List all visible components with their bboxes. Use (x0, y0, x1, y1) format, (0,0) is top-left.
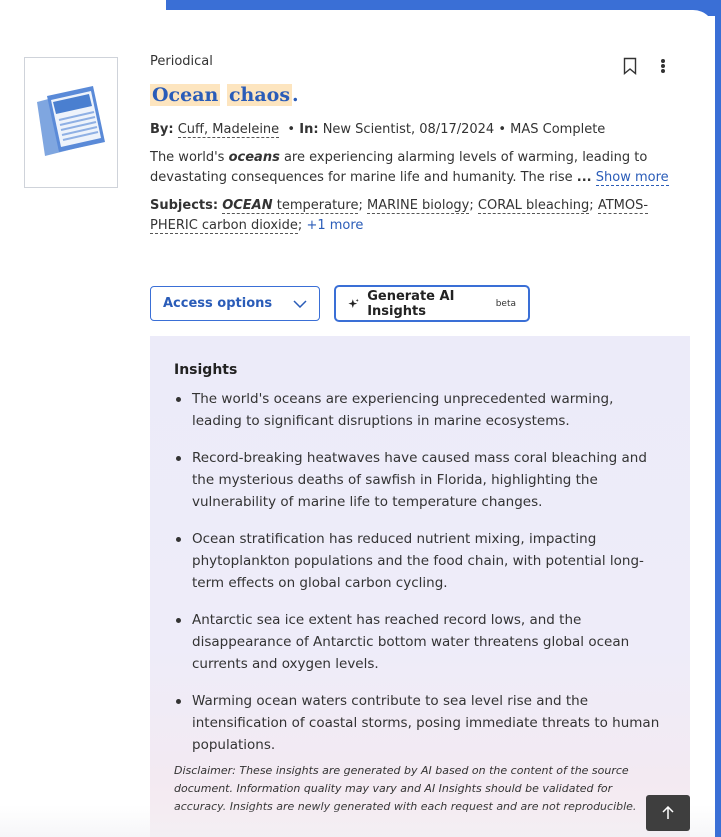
insights-heading: Insights (174, 362, 238, 378)
more-subjects-link[interactable]: +1 more (306, 218, 363, 233)
title-term-highlight[interactable]: chaos (226, 84, 293, 106)
author-link[interactable]: Cuff, Madeleine (177, 122, 280, 138)
title-term-highlight[interactable]: Ocean (150, 84, 221, 106)
periodical-icon (37, 86, 105, 156)
subject-link[interactable]: CORAL bleaching (477, 198, 590, 214)
scroll-to-top-button[interactable] (646, 795, 690, 831)
right-border (715, 0, 721, 837)
ai-disclaimer: Disclaimer: These insights are generated… (174, 764, 637, 813)
record-title[interactable]: Ocean chaos. (150, 82, 690, 108)
generate-ai-insights-button[interactable]: Generate AI Insights beta (334, 285, 530, 322)
show-more-link[interactable]: Show more (595, 170, 669, 186)
sparkle-icon (348, 298, 359, 308)
arrow-up-icon (662, 806, 674, 819)
insight-item: Ocean stratification has reduced nutrien… (174, 528, 666, 594)
insight-item: Antarctic sea ice extent has reached rec… (174, 609, 666, 675)
subjects: Subjects: OCEAN temperature; MARINE biol… (150, 198, 649, 234)
abstract-term: oceans (228, 150, 280, 165)
beta-badge: beta (495, 298, 516, 309)
subject-link[interactable]: MARINE biology (367, 198, 470, 214)
insights-panel: Insights The world's oceans are experien… (150, 336, 690, 837)
insight-item: Record-breaking heatwaves have caused ma… (174, 447, 666, 513)
insights-list: The world's oceans are experiencing unpr… (174, 388, 666, 756)
chevron-down-icon (293, 299, 307, 308)
database: MAS Complete (510, 122, 606, 137)
access-options-button[interactable]: Access options (150, 286, 320, 321)
record-content: Periodical Ocean chaos. By: Cuff, Madele… (150, 52, 690, 236)
subject-link[interactable]: OCEAN temperature (222, 198, 359, 214)
insight-item: The world's oceans are experiencing unpr… (174, 388, 666, 432)
publication-type: Periodical (150, 54, 213, 69)
thumbnail[interactable] (24, 57, 118, 188)
source: New Scientist, 08/17/2024 (322, 122, 495, 137)
insight-item: Warming ocean waters contribute to sea l… (174, 690, 666, 756)
byline: By: Cuff, Madeleine • In: New Scientist,… (150, 122, 606, 138)
abstract: The world's oceans are experiencing alar… (150, 150, 669, 186)
